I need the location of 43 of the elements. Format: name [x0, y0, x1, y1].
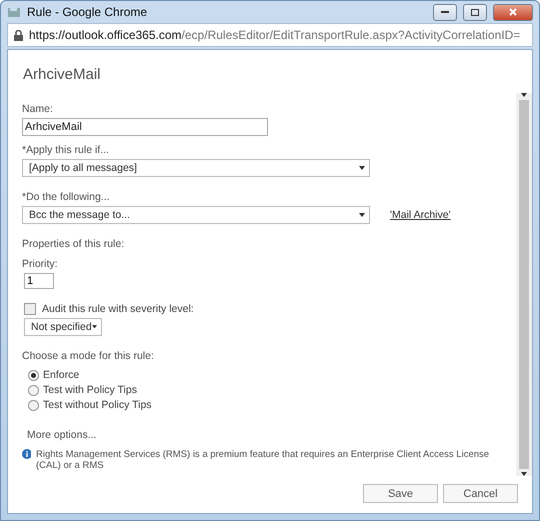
action-label: *Do the following...: [22, 191, 111, 203]
rms-notice: Rights Management Services (RMS) is a premium feature that requires an Enterprise Client Access License (CAL) or a RMS: [36, 449, 490, 471]
caret-icon: [359, 166, 365, 170]
more-options-link[interactable]: More options...: [27, 429, 516, 441]
minimize-button[interactable]: [433, 4, 457, 20]
window-title: Rule - Google Chrome: [27, 5, 148, 19]
audit-label: Audit this rule with severity level:: [42, 303, 194, 315]
action-dropdown[interactable]: Bcc the message to...: [22, 206, 370, 224]
lock-icon: [14, 30, 23, 40]
radio-button[interactable]: [28, 384, 39, 396]
properties-label: Properties of this rule:: [22, 238, 126, 250]
audit-checkbox[interactable]: [24, 303, 36, 315]
page-url: https://outlook.office365.com/ecp/RulesEditor/EditTransportRule.aspx?ActivityCorrelationID=: [29, 28, 520, 42]
dialog-button[interactable]: Cancel: [443, 484, 518, 503]
caret-icon: [521, 472, 527, 476]
mail-archive-link[interactable]: 'Mail Archive': [390, 209, 451, 221]
severity-dropdown[interactable]: Not specified: [24, 318, 102, 336]
priority-label: Priority:: [22, 258, 59, 270]
mode-option-label: Test without Policy Tips: [43, 399, 152, 411]
app-icon: [7, 6, 21, 18]
address-bar[interactable]: https://outlook.office365.com/ecp/RulesEditor/EditTransportRule.aspx?ActivityCorrelationID=: [7, 23, 533, 47]
radio-button[interactable]: [28, 370, 39, 380]
priority-field[interactable]: 1: [24, 273, 54, 289]
mode-label: Choose a mode for this rule:: [22, 350, 155, 362]
scrollbar[interactable]: [516, 93, 532, 476]
caret-icon: [359, 213, 365, 217]
mode-option-label: Enforce: [43, 369, 80, 381]
condition-label: *Apply this rule if...: [22, 144, 110, 156]
radio-button[interactable]: [28, 400, 39, 410]
info-icon: [22, 449, 32, 459]
mode-option-label: Test with Policy Tips: [43, 384, 137, 396]
caret-icon: [92, 325, 97, 329]
close-icon: [509, 8, 517, 16]
close-button[interactable]: [493, 4, 533, 20]
condition-dropdown[interactable]: [Apply to all messages]: [22, 159, 370, 177]
name-label: Name:: [22, 103, 54, 115]
maximize-icon: [471, 8, 479, 16]
name-field[interactable]: ArhciveMail: [22, 118, 268, 136]
dialog-button[interactable]: Save: [363, 484, 438, 503]
minimize-icon: [441, 10, 449, 14]
maximize-button[interactable]: [463, 4, 487, 20]
caret-icon: [521, 93, 527, 97]
rule-title: ArhciveMail: [23, 66, 102, 83]
